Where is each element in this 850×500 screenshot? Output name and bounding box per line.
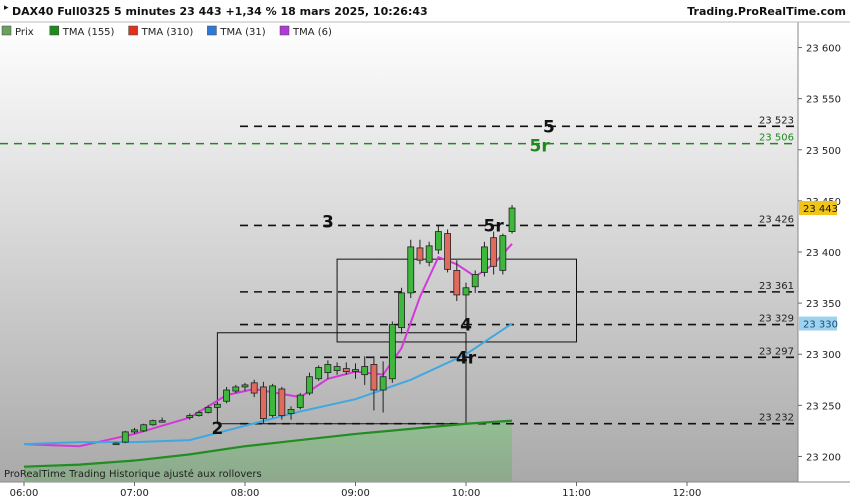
candle-up <box>287 409 295 414</box>
candle-down <box>370 364 378 391</box>
candle-up <box>195 412 203 416</box>
wave-label: 3 <box>322 212 334 232</box>
level-label: 23 329 <box>759 314 794 325</box>
candle-up <box>232 386 240 392</box>
wave-label: 4 <box>460 316 472 336</box>
candle-up <box>204 406 212 413</box>
y-tick-label: 23 550 <box>806 95 841 106</box>
legend-label: TMA (310) <box>141 27 194 38</box>
wave-label: 5r <box>530 137 551 157</box>
candle-down <box>342 368 350 372</box>
x-tick-label: 08:00 <box>231 488 260 499</box>
level-label: 23 361 <box>759 281 794 292</box>
candle-up <box>425 245 433 263</box>
candle-up <box>379 376 387 391</box>
candle-up <box>213 403 221 408</box>
x-tick-label: 06:00 <box>10 488 39 499</box>
level-label: 23 297 <box>759 346 794 357</box>
candle-up <box>296 394 304 408</box>
candle-up <box>388 324 396 380</box>
candle-up <box>315 367 323 380</box>
candle-up <box>149 420 157 426</box>
legend-swatch <box>279 25 290 36</box>
y-tick-label: 23 500 <box>806 146 841 157</box>
candle-up <box>241 384 249 388</box>
candle-down <box>278 388 286 416</box>
candle-up <box>121 431 129 443</box>
x-tick-label: 10:00 <box>452 488 481 499</box>
plot-background <box>0 22 798 482</box>
candle-up <box>508 207 516 232</box>
candle-down <box>158 420 166 423</box>
candle-down <box>416 247 424 261</box>
candle-up <box>471 274 479 288</box>
x-tick-label: 11:00 <box>562 488 591 499</box>
legend-swatch <box>1 25 12 36</box>
tma31-value-label: 23 330 <box>803 320 838 331</box>
chart-window: ▸ DAX40 Full0325 5 minutes 23 443 +1,34 … <box>0 0 850 500</box>
candle-down <box>250 382 258 394</box>
candle-up <box>352 369 359 372</box>
y-tick-label: 23 400 <box>806 248 841 259</box>
wave-label: 5r <box>484 216 505 236</box>
level-label: 23 426 <box>759 214 794 225</box>
candle-up <box>223 389 230 402</box>
x-tick-label: 07:00 <box>120 488 149 499</box>
candle-up <box>140 424 148 432</box>
candle-up <box>306 376 313 394</box>
legend-swatch <box>207 25 217 36</box>
legend-swatch <box>128 25 138 36</box>
level-label: 23 232 <box>759 413 794 424</box>
candle-up <box>186 415 194 418</box>
y-tick-label: 23 200 <box>806 452 841 463</box>
x-tick-label: 09:00 <box>341 488 370 499</box>
candle-up <box>499 235 507 271</box>
candle-down <box>490 237 498 267</box>
candle-down <box>444 233 451 270</box>
last-price-label: 23 443 <box>803 204 838 215</box>
candle-up <box>324 364 332 374</box>
y-tick-label: 23 350 <box>806 299 841 310</box>
candle-up <box>407 246 415 294</box>
price-chart[interactable]: 23 60023 55023 50023 45023 40023 35023 3… <box>0 0 850 500</box>
candle-up <box>462 287 470 296</box>
candle-up <box>269 385 277 416</box>
y-tick-label: 23 250 <box>806 401 841 412</box>
candle-down <box>260 386 267 420</box>
candle-up <box>112 442 120 446</box>
legend-swatch <box>49 25 60 36</box>
candle-down <box>453 269 461 296</box>
candle-up <box>333 366 341 371</box>
wave-label: 2 <box>211 419 223 439</box>
candle-up <box>434 231 442 251</box>
candle-up <box>361 366 369 376</box>
candle-up <box>481 246 488 273</box>
wave-label: 5 <box>543 117 555 137</box>
footer-note: ProRealTime Trading Historique ajusté au… <box>4 468 262 480</box>
wave-label: 4r <box>456 348 477 368</box>
legend-label: TMA (155) <box>62 27 115 38</box>
x-tick-label: 12:00 <box>673 488 702 499</box>
level-label: 23 506 <box>759 133 794 144</box>
legend-label: Prix <box>15 27 34 38</box>
candle-up <box>131 429 138 433</box>
y-tick-label: 23 300 <box>806 350 841 361</box>
candle-up <box>398 292 405 329</box>
legend-label: TMA (31) <box>219 27 265 38</box>
legend-label: TMA (6) <box>292 27 332 38</box>
y-tick-label: 23 600 <box>806 44 841 55</box>
level-label: 23 523 <box>759 115 794 126</box>
